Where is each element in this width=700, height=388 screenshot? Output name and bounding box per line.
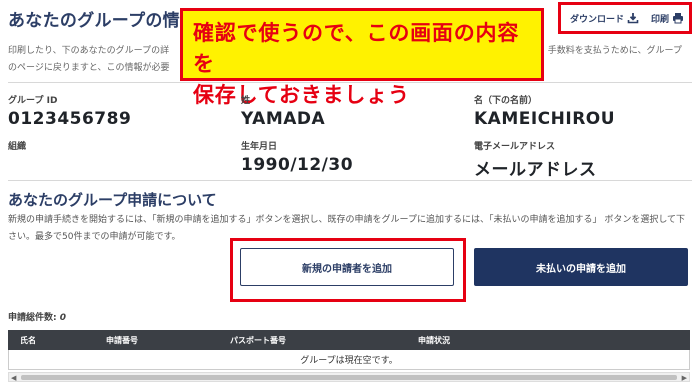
dob-value: 1990/12/30	[241, 155, 354, 175]
print-button[interactable]: 印刷	[651, 12, 684, 25]
group-id-field: グループ ID 0123456789	[8, 93, 131, 129]
scrollbar-thumb[interactable]	[21, 375, 677, 380]
surname-field: 姓 YAMADA	[241, 93, 325, 129]
add-new-applicant-button[interactable]: 新規の申請者を追加	[240, 248, 454, 286]
email-label: 電子メールアドレス	[474, 142, 556, 152]
printer-icon	[673, 13, 683, 24]
count-value: 0	[59, 313, 67, 323]
column-header-application-number[interactable]: 申請番号	[106, 335, 138, 346]
column-header-status[interactable]: 申請状況	[418, 335, 450, 346]
table-empty-message: グループは現在空です。	[8, 350, 690, 370]
dob-field: 生年月日 1990/12/30	[241, 139, 353, 175]
given-name-field: 名（下の名前） KAMEICHIROU	[474, 93, 615, 129]
application-count: 申請総件数: 0	[8, 310, 66, 323]
column-header-passport-number[interactable]: パスポート番号	[230, 335, 286, 346]
given-name-label: 名（下の名前）	[474, 96, 538, 106]
add-unpaid-application-button[interactable]: 未払いの申請を追加	[474, 248, 688, 286]
save-reminder-callout: 確認で使うので、この画面の内容を 保存しておきましょう	[180, 8, 544, 107]
divider	[8, 82, 692, 83]
table-header: 氏名 申請番号 パスポート番号 申請状況	[8, 330, 690, 350]
column-header-name[interactable]: 氏名	[20, 335, 36, 346]
download-label: ダウンロード	[569, 14, 624, 25]
applications-section-title: あなたのグループ申請について	[8, 191, 217, 209]
scroll-right-icon[interactable]: ▶	[682, 374, 687, 382]
count-label: 申請総件数:	[8, 313, 57, 323]
given-name-value: KAMEICHIROU	[474, 109, 616, 129]
group-id-value: 0123456789	[8, 109, 132, 129]
download-icon	[627, 13, 639, 24]
page-title: あなたのグループの情報	[8, 11, 198, 31]
callout-line-1: 確認で使うので、この画面の内容を	[193, 21, 520, 76]
horizontal-scrollbar[interactable]: ◀ ▶	[8, 372, 690, 382]
applications-table: 氏名 申請番号 パスポート番号 申請状況 グループは現在空です。	[8, 330, 690, 370]
intro-line-1-right: 手数料を支払うために、グループ	[547, 46, 682, 56]
divider	[8, 180, 692, 181]
dob-label: 生年月日	[241, 142, 278, 152]
surname-value: YAMADA	[241, 109, 326, 129]
organization-field: 組織	[8, 139, 26, 155]
download-button[interactable]: ダウンロード	[570, 12, 639, 25]
print-label: 印刷	[650, 14, 669, 25]
group-id-label: グループ ID	[8, 96, 58, 106]
scroll-left-icon[interactable]: ◀	[11, 374, 16, 382]
email-value: メールアドレス	[474, 160, 597, 180]
surname-label: 姓	[241, 96, 251, 106]
email-field: 電子メールアドレス メールアドレス	[474, 139, 597, 180]
header-actions-highlight: ダウンロード 印刷	[558, 2, 692, 34]
organization-label: 組織	[8, 142, 27, 152]
